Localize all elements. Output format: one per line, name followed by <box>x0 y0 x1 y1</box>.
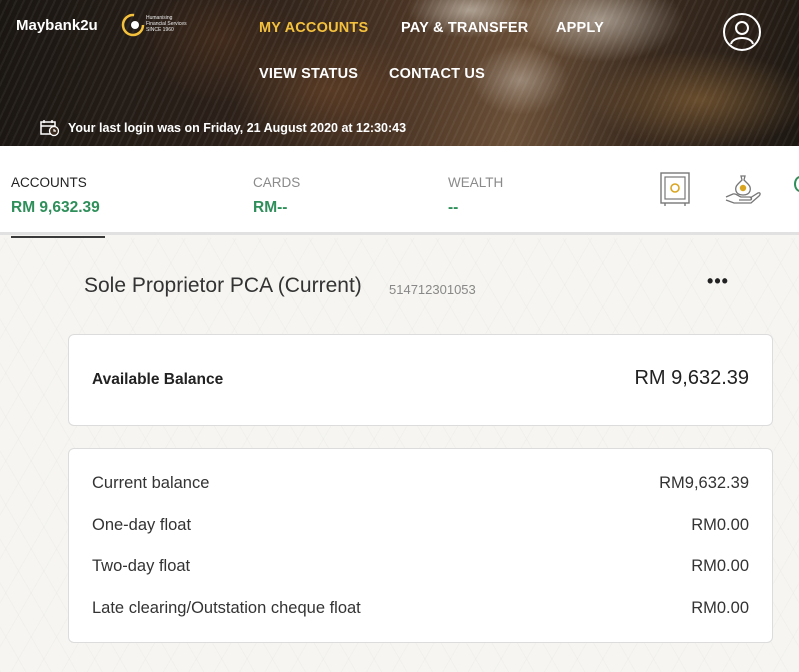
nav-view-status[interactable]: VIEW STATUS <box>259 66 358 82</box>
tab-cards[interactable]: CARDS RM-- <box>253 146 363 238</box>
balance-row-value: RM0.00 <box>691 557 749 575</box>
balance-row-label: Current balance <box>92 474 210 492</box>
balance-row-value: RM0.00 <box>691 599 749 617</box>
tab-cards-label: CARDS <box>253 175 301 190</box>
nav-apply[interactable]: APPLY <box>556 20 604 36</box>
money-bag-hand-icon <box>725 175 761 204</box>
user-icon <box>730 21 754 45</box>
nav-pay-transfer[interactable]: PAY & TRANSFER <box>401 20 528 36</box>
calendar-clock-icon <box>40 120 60 137</box>
balance-row-value: RM9,632.39 <box>659 474 749 492</box>
balance-row: Current balance RM9,632.39 <box>92 474 749 498</box>
balance-row-label: One-day float <box>92 516 192 534</box>
available-balance-label: Available Balance <box>92 371 224 388</box>
account-number: 514712301053 <box>389 282 476 297</box>
tab-wealth[interactable]: WEALTH -- <box>448 146 558 238</box>
last-login-info: Your last login was on Friday, 21 August… <box>40 119 406 137</box>
tagline-line-3: SINCE 1960 <box>146 27 174 33</box>
last-login-text: Your last login was on Friday, 21 August… <box>68 121 407 135</box>
balance-row: One-day float RM0.00 <box>92 516 749 540</box>
tab-wealth-label: WEALTH <box>448 175 504 190</box>
header-banner: Maybank2u Humanising Financial Services … <box>0 0 799 146</box>
safe-deposit-button[interactable] <box>658 170 692 213</box>
wealth-services-button[interactable] <box>724 170 762 213</box>
balance-row: Late clearing/Outstation cheque float RM… <box>92 599 749 623</box>
balance-row-value: RM0.00 <box>691 516 749 534</box>
tab-accounts-label: ACCOUNTS <box>11 175 87 190</box>
available-balance-value: RM 9,632.39 <box>634 367 749 389</box>
nav-contact-us[interactable]: CONTACT US <box>389 66 485 82</box>
tab-accounts[interactable]: ACCOUNTS RM 9,632.39 <box>11 146 105 238</box>
available-balance-card: Available Balance RM 9,632.39 <box>68 334 773 426</box>
balance-row: Two-day float RM0.00 <box>92 557 749 581</box>
maybank-tiger-logo: Humanising Financial Services SINCE 1960 <box>120 12 200 42</box>
balance-row-label: Two-day float <box>92 557 191 575</box>
summary-bar: ACCOUNTS RM 9,632.39 CARDS RM-- WEALTH -… <box>0 146 799 238</box>
balance-details-card: Current balance RM9,632.39 One-day float… <box>68 448 773 643</box>
tab-cards-value: RM-- <box>253 199 288 216</box>
profile-button[interactable] <box>723 13 761 51</box>
tab-accounts-value: RM 9,632.39 <box>11 199 100 216</box>
more-options-button[interactable]: ••• <box>700 272 736 294</box>
nav-my-accounts[interactable]: MY ACCOUNTS <box>259 20 368 36</box>
balance-row-label: Late clearing/Outstation cheque float <box>92 599 361 617</box>
account-title: Sole Proprietor PCA (Current) <box>84 274 362 297</box>
tab-wealth-value: -- <box>448 199 459 216</box>
maybank2u-logo[interactable]: Maybank2u <box>16 17 98 34</box>
next-arrow-icon[interactable] <box>794 176 799 192</box>
safe-deposit-icon <box>660 172 690 206</box>
